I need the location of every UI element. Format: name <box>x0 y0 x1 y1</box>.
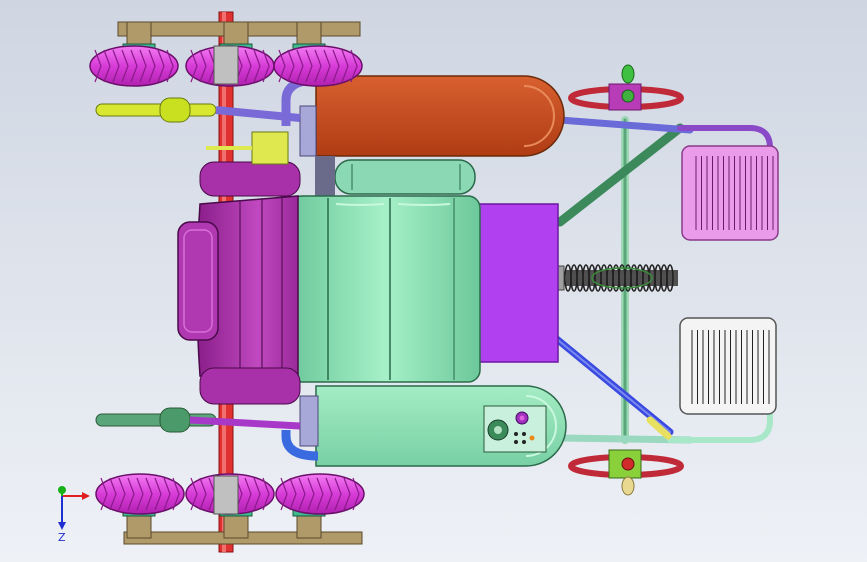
tire <box>275 473 365 515</box>
vehicle-top-view: Z <box>0 0 867 562</box>
center-bench <box>289 195 481 383</box>
cad-viewport[interactable]: Z <box>0 0 867 562</box>
tire <box>89 45 179 87</box>
tire <box>273 45 363 87</box>
wheel-assembly-bottom <box>95 473 365 545</box>
tire <box>95 473 185 515</box>
battery-box <box>281 385 567 467</box>
triad-z-label: Z <box>58 531 66 544</box>
pedal-top <box>681 145 779 241</box>
wheel-assembly-top <box>89 21 363 87</box>
fuel-tank <box>281 75 565 157</box>
purple-floor-panel <box>477 203 559 363</box>
pedal-bottom <box>679 317 777 415</box>
